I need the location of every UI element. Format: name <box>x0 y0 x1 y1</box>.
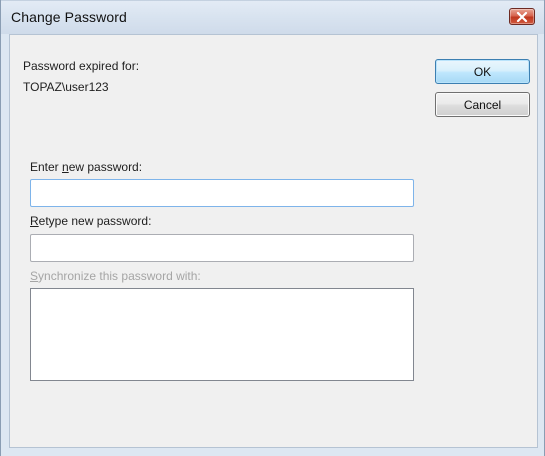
close-icon <box>516 11 528 22</box>
sync-password-label: Synchronize this password with: <box>30 269 201 283</box>
dialog-client-area: Password expired for: TOPAZ\user123 OK C… <box>9 34 538 448</box>
new-password-label-post: ew password: <box>68 160 143 174</box>
sync-password-accesskey: S <box>30 269 39 283</box>
sync-password-label-post: ynchronize this password with: <box>38 269 201 283</box>
retype-password-accesskey: R <box>30 214 39 228</box>
new-password-accesskey: n <box>62 160 69 174</box>
ok-button-label: OK <box>473 64 492 79</box>
retype-password-field[interactable] <box>30 234 414 262</box>
new-password-label-pre: Enter <box>30 160 63 174</box>
account-name: TOPAZ\user123 <box>23 80 109 94</box>
close-button[interactable] <box>509 8 535 25</box>
retype-password-label: Retype new password: <box>30 214 151 228</box>
ok-button[interactable]: OK <box>435 59 530 84</box>
cancel-button[interactable]: Cancel <box>435 92 530 117</box>
cancel-button-label: Cancel <box>463 97 502 112</box>
password-expired-label: Password expired for: <box>23 59 140 73</box>
new-password-field[interactable] <box>30 179 414 207</box>
retype-password-label-post: etype new password: <box>38 214 152 228</box>
title-bar[interactable]: Change Password <box>1 0 544 34</box>
change-password-dialog: Change Password Password expired for: TO… <box>0 0 545 456</box>
new-password-label: Enter new password: <box>30 160 142 174</box>
dialog-title: Change Password <box>11 9 127 25</box>
sync-password-list[interactable] <box>30 288 414 381</box>
